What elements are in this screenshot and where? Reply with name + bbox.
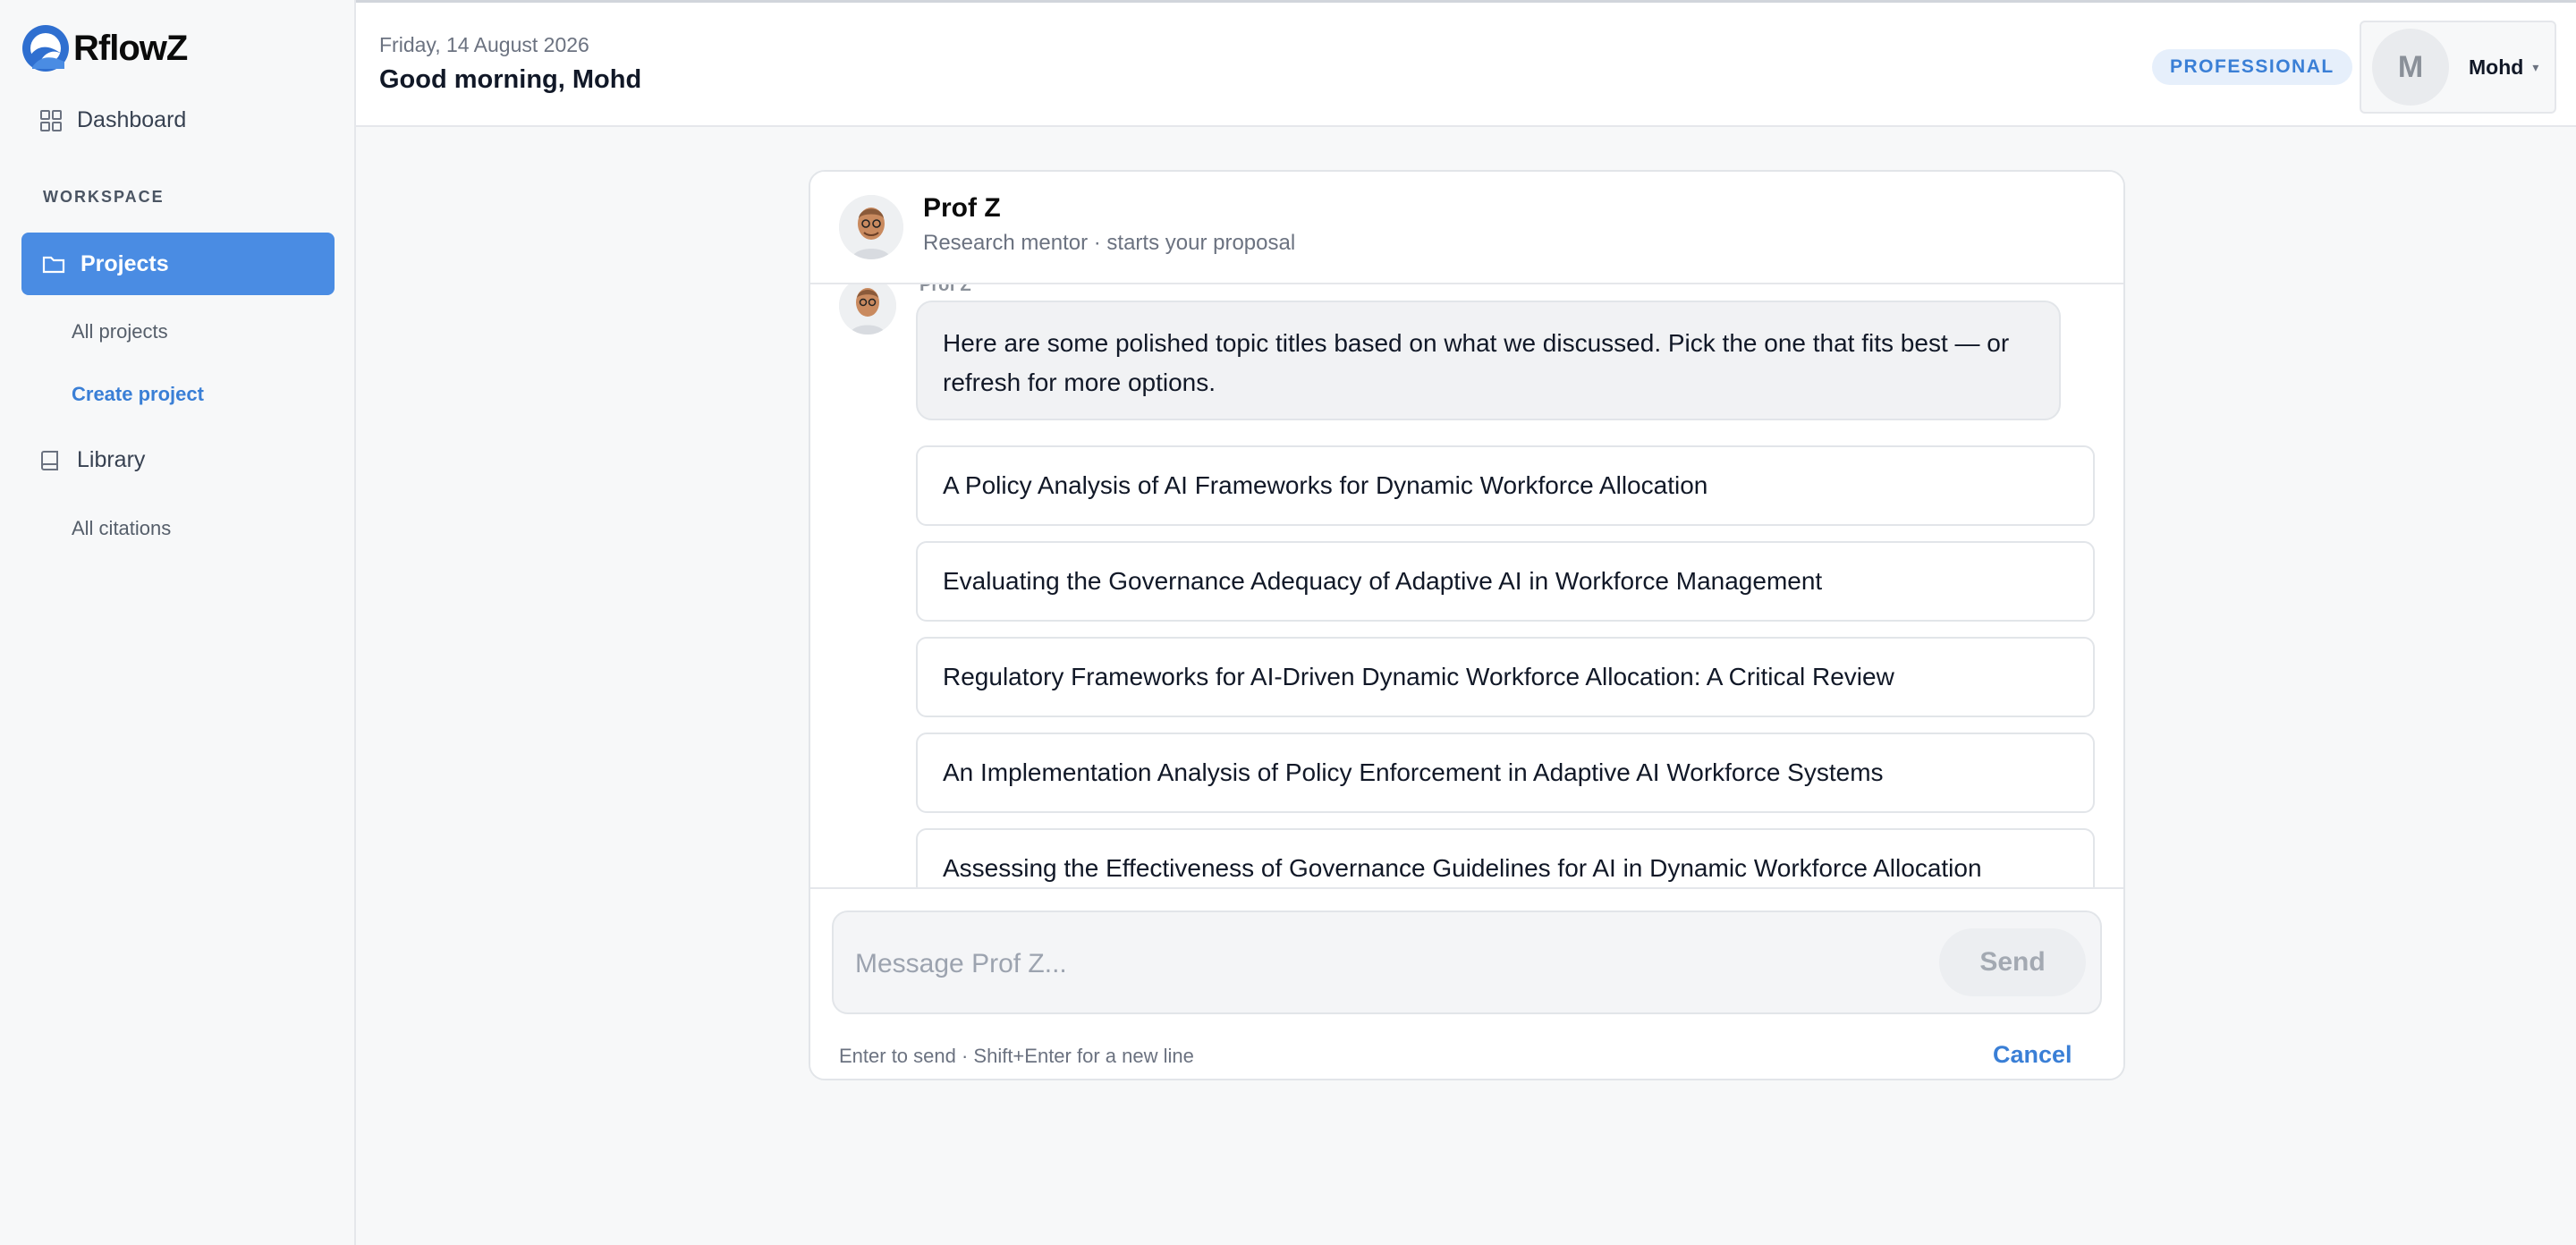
composer-hint: Enter to send · Shift+Enter for a new li… bbox=[839, 1045, 1194, 1067]
section-label-workspace: WORKSPACE bbox=[43, 188, 165, 206]
sidebar-item-all-projects[interactable]: All projects bbox=[72, 320, 168, 343]
sidebar-item-label: Projects bbox=[80, 250, 169, 276]
dashboard-icon bbox=[40, 109, 62, 131]
logo[interactable]: RflowZ bbox=[20, 21, 188, 75]
message-sender: Prof Z bbox=[919, 284, 971, 295]
sidebar-item-library[interactable]: Library bbox=[39, 447, 145, 473]
chevron-down-icon: ▾ bbox=[2532, 59, 2539, 74]
message-bubble: Here are some polished topic titles base… bbox=[916, 301, 2061, 420]
topic-option[interactable]: A Policy Analysis of AI Frameworks for D… bbox=[916, 445, 2095, 526]
sidebar-item-create-project[interactable]: Create project bbox=[72, 383, 204, 406]
mentor-subtitle: Research mentor · starts your proposal bbox=[923, 231, 1296, 255]
plan-badge: PROFESSIONAL bbox=[2152, 49, 2352, 85]
user-name: Mohd bbox=[2469, 55, 2524, 79]
avatar: M bbox=[2372, 29, 2449, 106]
send-button[interactable]: Send bbox=[1939, 928, 2086, 996]
topic-option[interactable]: Regulatory Frameworks for AI-Driven Dyna… bbox=[916, 637, 2095, 717]
logo-icon bbox=[22, 25, 69, 72]
top-header: Friday, 14 August 2026 Good morning, Moh… bbox=[356, 0, 2576, 127]
user-menu-button[interactable]: M Mohd ▾ bbox=[2360, 21, 2556, 114]
topic-option[interactable]: Evaluating the Governance Adequacy of Ad… bbox=[916, 541, 2095, 622]
greeting: Good morning, Mohd bbox=[379, 65, 642, 94]
app-name: RflowZ bbox=[73, 28, 188, 68]
current-date: Friday, 14 August 2026 bbox=[379, 33, 589, 56]
mentor-avatar bbox=[839, 195, 903, 259]
folder-icon bbox=[42, 256, 65, 274]
book-icon bbox=[41, 450, 58, 470]
topic-option[interactable]: An Implementation Analysis of Policy Enf… bbox=[916, 733, 2095, 813]
chat-header: Prof Z Research mentor · starts your pro… bbox=[810, 172, 2123, 284]
sidebar-item-all-citations[interactable]: All citations bbox=[72, 517, 171, 540]
app-window: RflowZ Dashboard WORKSPACE Projects All … bbox=[0, 0, 2576, 1245]
sidebar-item-label: Dashboard bbox=[77, 107, 187, 132]
composer-area: Send Enter to send · Shift+Enter for a n… bbox=[810, 887, 2123, 1079]
mentor-chat-panel: Prof Z Research mentor · starts your pro… bbox=[809, 170, 2125, 1080]
mentor-name: Prof Z bbox=[923, 193, 1001, 223]
message-input[interactable] bbox=[853, 932, 1912, 996]
composer: Send bbox=[832, 910, 2102, 1014]
cancel-button[interactable]: Cancel bbox=[1993, 1041, 2072, 1069]
mentor-portrait-icon bbox=[839, 195, 903, 259]
sidebar-item-label: Library bbox=[77, 447, 146, 472]
sidebar: RflowZ Dashboard WORKSPACE Projects All … bbox=[0, 0, 356, 1245]
mentor-portrait-icon bbox=[839, 284, 896, 335]
sidebar-item-projects[interactable]: Projects bbox=[21, 233, 335, 295]
sidebar-item-dashboard[interactable]: Dashboard bbox=[39, 107, 186, 133]
message-avatar bbox=[839, 284, 896, 335]
